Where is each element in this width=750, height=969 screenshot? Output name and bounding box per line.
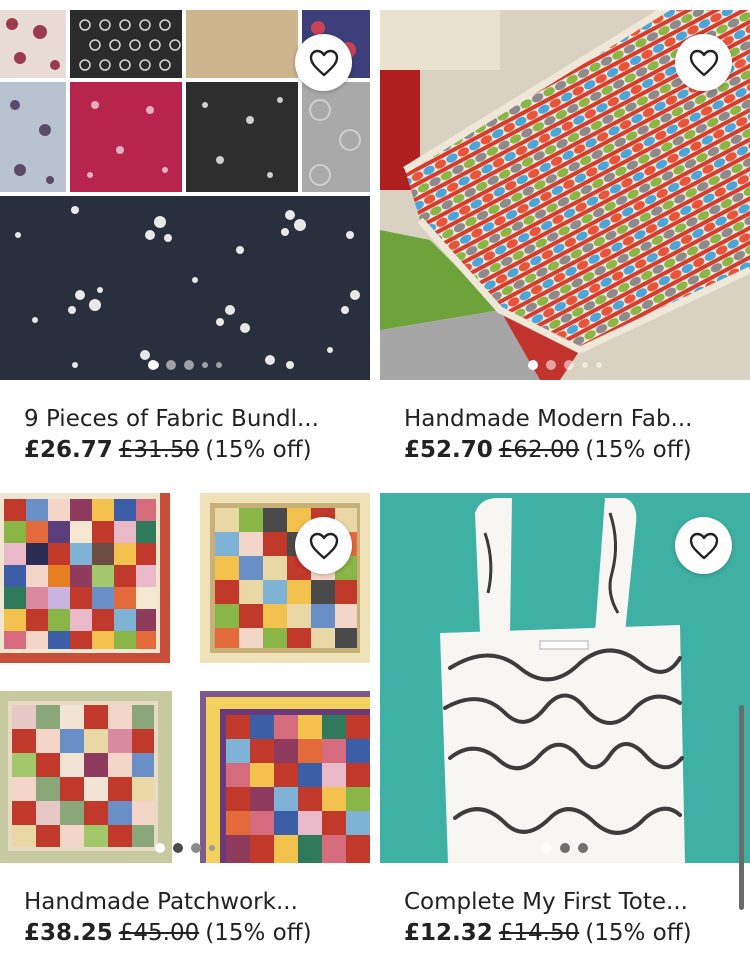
listing-title[interactable]: Handmade Modern Fab...: [380, 404, 734, 434]
listing-image[interactable]: [0, 10, 370, 380]
favorite-button[interactable]: [295, 34, 352, 91]
original-price: £45.00: [118, 920, 200, 946]
carousel-dot: [542, 843, 552, 853]
discount-label: (15% off): [205, 437, 312, 463]
listing-image[interactable]: [380, 493, 750, 863]
carousel-dot: [202, 362, 208, 368]
heart-icon: [689, 532, 718, 559]
carousel-dot: [148, 360, 158, 370]
discount-label: (15% off): [585, 920, 692, 946]
carousel-dot: [560, 843, 570, 853]
listing-image[interactable]: [0, 493, 370, 863]
listing-card[interactable]: Handmade Modern Fab... £52.70 £62.00 (15% …: [380, 10, 750, 466]
carousel-dot: [173, 843, 183, 853]
discount-label: (15% off): [205, 920, 312, 946]
price-row: £26.77 £31.50 (15% off): [0, 434, 370, 466]
carousel-dot: [166, 360, 176, 370]
sale-price: £12.32: [404, 920, 493, 946]
listing-card[interactable]: Handmade Patchwork... £38.25 £45.00 (15% o…: [0, 493, 370, 949]
carousel-dot: [184, 360, 194, 370]
heart-icon: [309, 49, 338, 76]
listing-title[interactable]: 9 Pieces of Fabric Bundl...: [0, 404, 354, 434]
carousel-dot: [191, 843, 201, 853]
sale-price: £26.77: [24, 437, 113, 463]
carousel-dot: [546, 360, 556, 370]
original-price: £62.00: [498, 437, 580, 463]
listing-image[interactable]: [380, 10, 750, 380]
carousel-dot: [564, 360, 574, 370]
sale-price: £38.25: [24, 920, 113, 946]
favorite-button[interactable]: [675, 517, 732, 574]
original-price: £31.50: [118, 437, 200, 463]
discount-label: (15% off): [585, 437, 692, 463]
price-row: £38.25 £45.00 (15% off): [0, 917, 370, 949]
price-row: £52.70 £62.00 (15% off): [380, 434, 750, 466]
favorite-button[interactable]: [295, 517, 352, 574]
image-carousel-dots: [380, 843, 750, 853]
heart-icon: [689, 49, 718, 76]
image-carousel-dots: [0, 360, 370, 370]
price-row: £12.32 £14.50 (15% off): [380, 917, 750, 949]
carousel-dot: [582, 362, 588, 368]
listing-title[interactable]: Complete My First Tote...: [380, 887, 734, 917]
carousel-dot: [528, 360, 538, 370]
favorite-button[interactable]: [675, 34, 732, 91]
carousel-dot: [155, 843, 165, 853]
heart-icon: [309, 532, 338, 559]
carousel-dot: [596, 362, 602, 368]
carousel-dot: [578, 843, 588, 853]
original-price: £14.50: [498, 920, 580, 946]
image-carousel-dots: [0, 843, 370, 853]
carousel-dot: [216, 362, 222, 368]
listing-title[interactable]: Handmade Patchwork...: [0, 887, 354, 917]
image-carousel-dots: [380, 360, 750, 370]
scrollbar[interactable]: [739, 705, 744, 910]
carousel-dot: [209, 845, 215, 851]
listing-card[interactable]: 9 Pieces of Fabric Bundl... £26.77 £31.50…: [0, 10, 370, 466]
sale-price: £52.70: [404, 437, 493, 463]
listing-card[interactable]: Complete My First Tote... £12.32 £14.50 (1…: [380, 493, 750, 949]
